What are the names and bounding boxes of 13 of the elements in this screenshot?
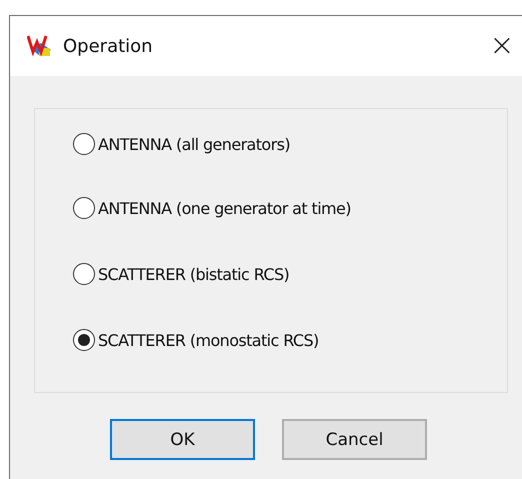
radio-option[interactable]: ANTENNA (all generators) xyxy=(73,133,290,155)
radio-button[interactable] xyxy=(73,197,95,219)
window-title: Operation xyxy=(63,36,154,56)
radio-button[interactable] xyxy=(73,329,95,351)
ok-button[interactable]: OK xyxy=(110,419,255,460)
radio-option[interactable]: ANTENNA (one generator at time) xyxy=(73,197,351,219)
app-logo-icon xyxy=(27,34,53,58)
close-button[interactable]: × xyxy=(484,21,520,71)
cancel-button[interactable]: Cancel xyxy=(282,419,427,460)
radio-option[interactable]: SCATTERER (monostatic RCS) xyxy=(73,329,319,351)
radio-button[interactable] xyxy=(73,133,95,155)
radio-button[interactable] xyxy=(73,263,95,285)
radio-option[interactable]: SCATTERER (bistatic RCS) xyxy=(73,263,290,285)
